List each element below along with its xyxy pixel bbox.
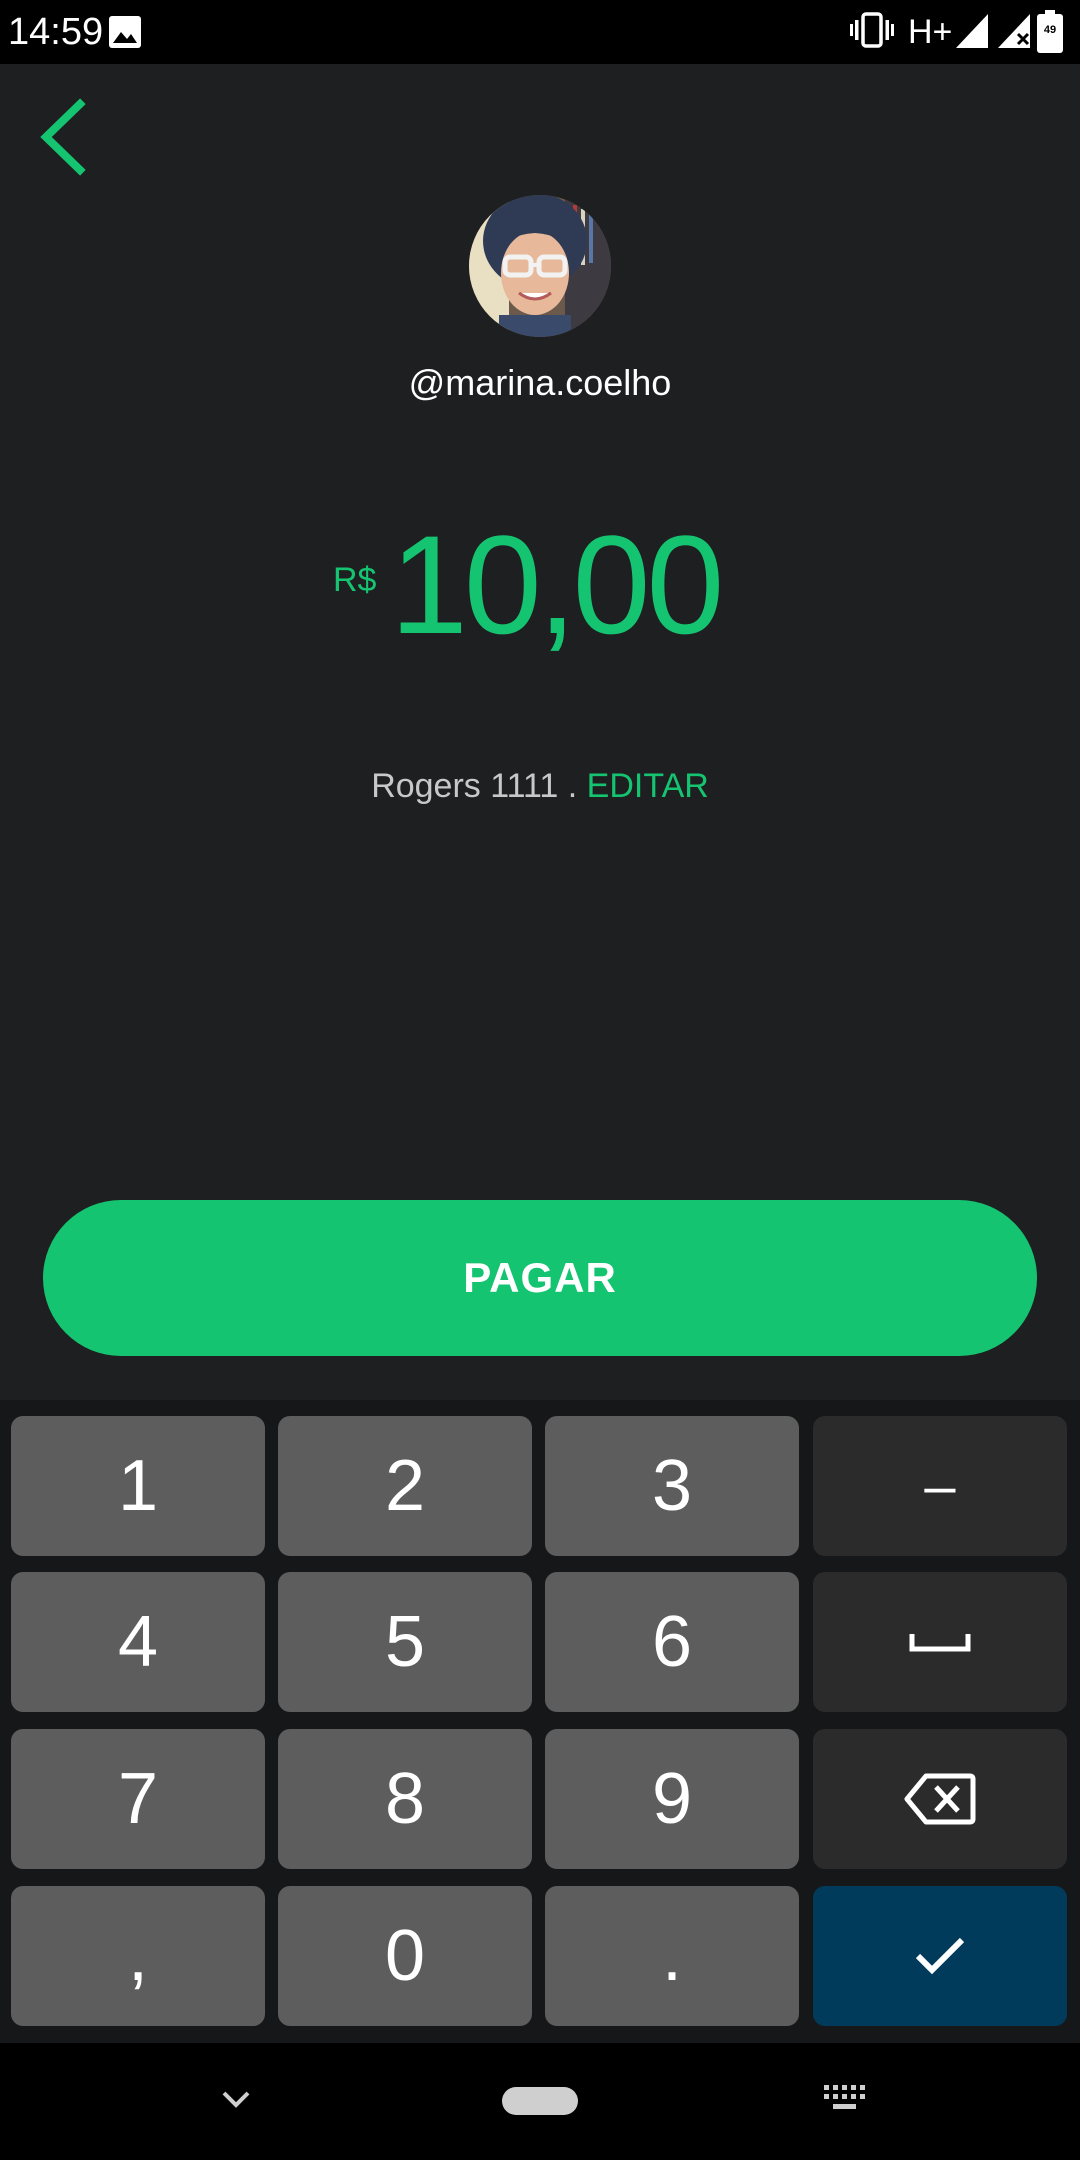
checkmark-icon (915, 1937, 965, 1975)
key-9[interactable]: 9 (545, 1729, 799, 1869)
key-confirm[interactable] (813, 1886, 1067, 2026)
key-backspace[interactable] (813, 1729, 1067, 1869)
signal-icon (954, 10, 990, 55)
vibrate-icon (850, 10, 894, 55)
key-period[interactable]: . (545, 1886, 799, 2026)
pay-button[interactable]: PAGAR (43, 1200, 1037, 1356)
key-0[interactable]: 0 (278, 1886, 532, 2026)
signal-no-data-icon (996, 10, 1034, 55)
network-type: H+ (908, 13, 953, 51)
back-button[interactable] (30, 92, 102, 182)
payment-screen: 14:59 H+ 49 @marina.coelho R$ 10,00 Roge… (0, 0, 1080, 2160)
battery-level: 49 (1043, 24, 1057, 36)
amount-display: R$ 10,00 (0, 510, 1080, 660)
currency-symbol: R$ (333, 561, 377, 599)
backspace-icon (904, 1773, 976, 1825)
home-pill-icon[interactable] (502, 2087, 578, 2115)
space-icon (909, 1634, 971, 1652)
navigation-bar (0, 2043, 1080, 2160)
key-6[interactable]: 6 (545, 1572, 799, 1712)
key-space[interactable] (813, 1572, 1067, 1712)
key-3[interactable]: 3 (545, 1416, 799, 1556)
avatar (469, 195, 611, 337)
key-comma[interactable]: , (11, 1886, 265, 2026)
key-2[interactable]: 2 (278, 1416, 532, 1556)
chevron-down-icon[interactable] (216, 2079, 256, 2124)
key-8[interactable]: 8 (278, 1729, 532, 1869)
key-1[interactable]: 1 (11, 1416, 265, 1556)
key-5[interactable]: 5 (278, 1572, 532, 1712)
key-7[interactable]: 7 (11, 1729, 265, 1869)
key-4[interactable]: 4 (11, 1572, 265, 1712)
status-bar: 14:59 H+ 49 (0, 0, 1080, 64)
status-time: 14:59 (8, 11, 104, 53)
photo-icon (108, 15, 142, 54)
edit-payment-link[interactable]: EDITAR (587, 767, 709, 805)
payment-method: Rogers 1111 . EDITAR (0, 762, 1080, 810)
recipient-username: @marina.coelho (408, 362, 672, 403)
chevron-left-icon (40, 98, 86, 176)
keyboard-icon[interactable] (822, 2083, 868, 2118)
numeric-keyboard: 1 2 3 – 4 5 6 7 8 9 , 0 . (0, 1400, 1080, 2043)
key-dash[interactable]: – (813, 1416, 1067, 1556)
card-label: Rogers 1111 . (371, 767, 578, 805)
amount-value: 10,00 (390, 506, 724, 663)
